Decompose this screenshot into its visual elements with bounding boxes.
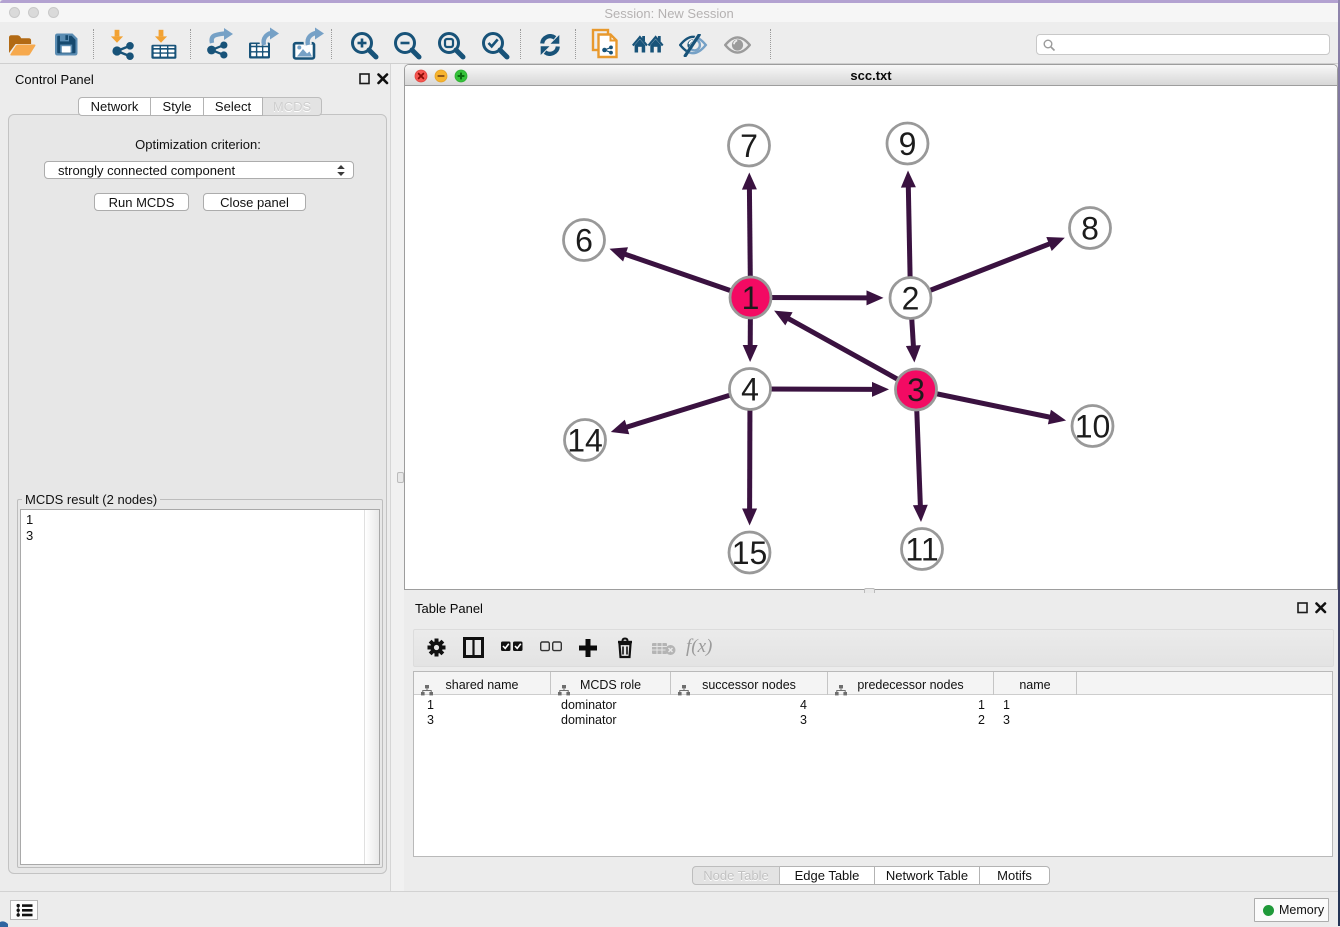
svg-text:8: 8 (1081, 211, 1099, 247)
svg-text:14: 14 (567, 423, 603, 459)
svg-text:11: 11 (905, 532, 938, 568)
svg-text:10: 10 (1075, 409, 1111, 445)
svg-text:3: 3 (907, 372, 925, 408)
svg-text:6: 6 (575, 223, 593, 259)
svg-text:15: 15 (732, 535, 768, 571)
svg-text:9: 9 (899, 126, 917, 162)
svg-text:1: 1 (742, 280, 760, 316)
svg-text:7: 7 (740, 128, 758, 164)
svg-text:4: 4 (741, 372, 759, 408)
svg-text:2: 2 (902, 281, 920, 317)
